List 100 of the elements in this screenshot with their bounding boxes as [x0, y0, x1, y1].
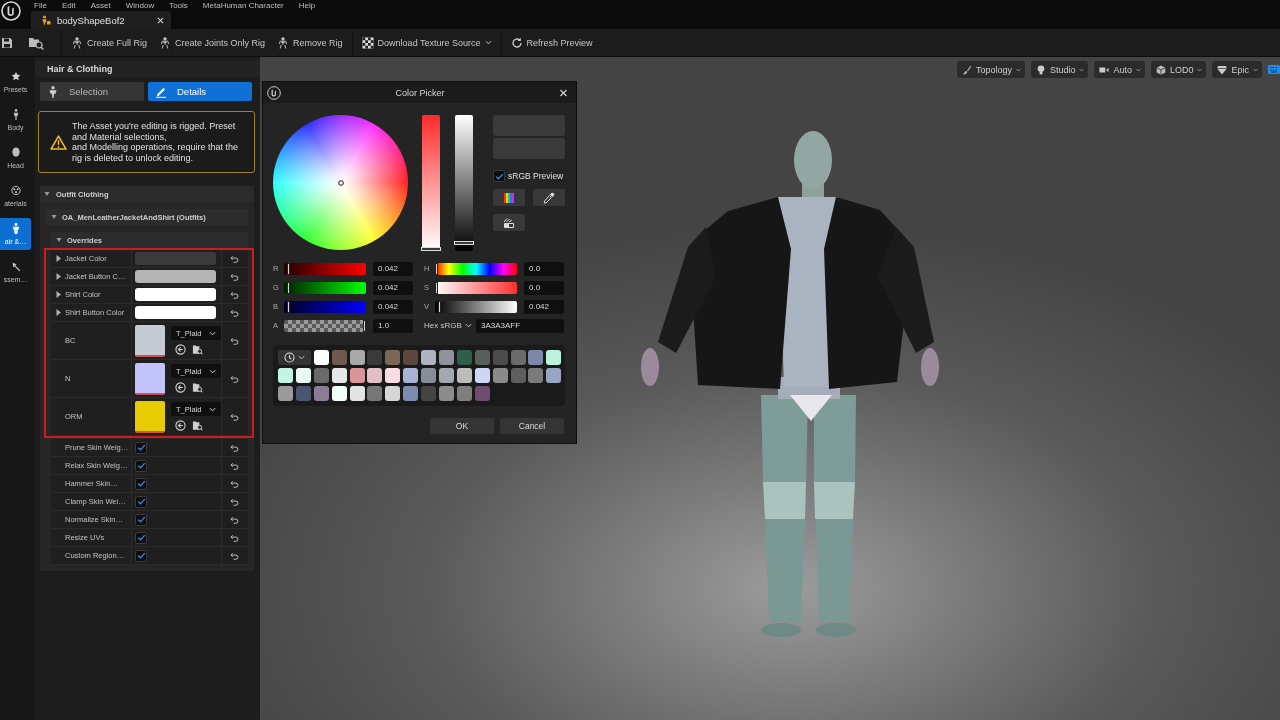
slider-thumb[interactable] [287, 262, 291, 275]
color-swatch-icon[interactable] [367, 386, 383, 401]
reset-arrow-icon[interactable] [230, 336, 239, 345]
channel-slider[interactable] [284, 300, 366, 313]
color-value-bar[interactable] [135, 306, 216, 319]
color-swatch-icon[interactable] [367, 350, 383, 365]
color-swatch-icon[interactable] [295, 368, 311, 383]
channel-slider[interactable] [435, 262, 517, 275]
color-swatch-icon[interactable] [492, 368, 508, 383]
color-swatch-icon[interactable] [474, 368, 490, 383]
toolbar-button[interactable]: Download Texture Source [357, 31, 496, 54]
color-swatch-icon[interactable] [528, 350, 544, 365]
reset-arrow-icon[interactable] [230, 533, 239, 542]
folder-search-icon[interactable] [192, 344, 203, 355]
value-field[interactable]: 0.042 [373, 280, 413, 295]
expand-arrow-icon[interactable] [55, 273, 62, 280]
color-swatch-icon[interactable] [510, 350, 526, 365]
expand-arrow-icon[interactable] [55, 309, 62, 316]
eyedropper-button[interactable] [533, 189, 565, 206]
checkbox[interactable] [135, 459, 147, 472]
channel-slider[interactable] [435, 300, 517, 313]
menu-item[interactable]: Window [125, 0, 155, 11]
slider-thumb[interactable] [435, 262, 438, 275]
color-swatch-icon[interactable] [546, 368, 562, 383]
color-swatch-icon[interactable] [349, 368, 365, 383]
value-field[interactable]: 0.0 [524, 280, 564, 295]
folder-search-icon[interactable] [28, 35, 44, 50]
slider-thumb[interactable] [435, 281, 438, 294]
color-swatch-icon[interactable] [349, 350, 365, 365]
panel-tab[interactable]: Selection [40, 82, 144, 101]
color-swatch-icon[interactable] [528, 368, 544, 383]
color-swatch-icon[interactable] [474, 386, 490, 401]
color-value-bar[interactable] [135, 270, 216, 283]
color-swatch-icon[interactable] [331, 368, 347, 383]
reset-arrow-icon[interactable] [230, 374, 239, 383]
reset-arrow-icon[interactable] [230, 308, 239, 317]
color-swatch-icon[interactable] [278, 386, 293, 401]
arrow-left-circle-icon[interactable] [175, 420, 186, 431]
dialog-button[interactable]: Cancel [500, 418, 564, 434]
theme-button[interactable] [493, 214, 525, 231]
color-swatch-icon[interactable] [385, 350, 401, 365]
checkbox[interactable] [135, 495, 147, 508]
slider-thumb[interactable] [287, 281, 291, 294]
document-tab[interactable]: bodyShapeBof2 [31, 11, 171, 29]
saturation-bar[interactable] [422, 115, 440, 251]
color-swatch-icon[interactable] [421, 368, 437, 383]
color-swatch-icon[interactable] [439, 386, 454, 401]
toolbar-button[interactable]: Refresh Preview [506, 31, 597, 54]
color-swatch-icon[interactable] [313, 368, 329, 383]
checkbox[interactable] [135, 477, 147, 490]
viewport-menu-button[interactable]: Studio [1030, 61, 1089, 78]
saturation-thumb[interactable] [421, 247, 441, 251]
toolbar-button[interactable]: Create Full Rig [67, 31, 152, 54]
reset-arrow-icon[interactable] [230, 272, 239, 281]
reset-arrow-icon[interactable] [230, 461, 239, 470]
color-swatch-icon[interactable] [349, 386, 365, 401]
color-swatch-icon[interactable] [456, 350, 472, 365]
color-swatch-icon[interactable] [331, 350, 347, 365]
arrow-left-circle-icon[interactable] [175, 344, 186, 355]
menu-item[interactable]: Edit [61, 0, 76, 11]
reset-arrow-icon[interactable] [230, 290, 239, 299]
color-swatch-icon[interactable] [403, 368, 419, 383]
viewport-menu-button[interactable]: LOD0 [1150, 61, 1207, 78]
menu-item[interactable]: Asset [90, 0, 111, 11]
value-field[interactable]: 1.0 [373, 318, 413, 333]
folder-search-icon[interactable] [192, 382, 203, 393]
wheel-marker-icon[interactable] [337, 179, 344, 186]
slider-thumb[interactable] [363, 319, 366, 332]
color-swatch-icon[interactable] [439, 350, 454, 365]
reset-arrow-icon[interactable] [230, 551, 239, 560]
value-field[interactable]: 0.042 [524, 299, 564, 314]
slider-thumb[interactable] [287, 300, 291, 313]
color-value-bar[interactable] [135, 288, 216, 301]
color-swatch-icon[interactable] [546, 350, 562, 365]
arrow-left-circle-icon[interactable] [175, 382, 186, 393]
color-swatch-icon[interactable] [421, 386, 437, 401]
recent-colors-dropdown[interactable] [278, 350, 311, 365]
texture-thumbnail[interactable] [135, 400, 165, 433]
color-value-bar[interactable] [135, 252, 216, 265]
color-swatch-icon[interactable] [510, 368, 526, 383]
hex-mode-dropdown[interactable]: Hex sRGB [424, 318, 470, 333]
color-swatch-icon[interactable] [403, 350, 419, 365]
checkbox[interactable] [135, 549, 147, 562]
color-swatch-icon[interactable] [474, 350, 490, 365]
texture-thumbnail[interactable] [135, 324, 165, 357]
menu-item[interactable]: Help [298, 0, 316, 11]
color-swatch-icon[interactable] [385, 386, 401, 401]
reset-arrow-icon[interactable] [230, 254, 239, 263]
channel-slider[interactable] [284, 262, 366, 275]
expand-arrow-icon[interactable] [55, 291, 62, 298]
color-swatch-icon[interactable] [313, 386, 329, 401]
checkbox[interactable] [135, 441, 147, 454]
viewport-menu-button[interactable]: Epic [1212, 61, 1262, 78]
value-bar[interactable] [455, 115, 473, 251]
reset-arrow-icon[interactable] [230, 497, 239, 506]
channel-slider[interactable] [435, 281, 517, 294]
color-swatch-icon[interactable] [295, 386, 311, 401]
menu-item[interactable]: File [34, 0, 47, 11]
save-icon[interactable] [1, 36, 13, 49]
reset-arrow-icon[interactable] [230, 479, 239, 488]
